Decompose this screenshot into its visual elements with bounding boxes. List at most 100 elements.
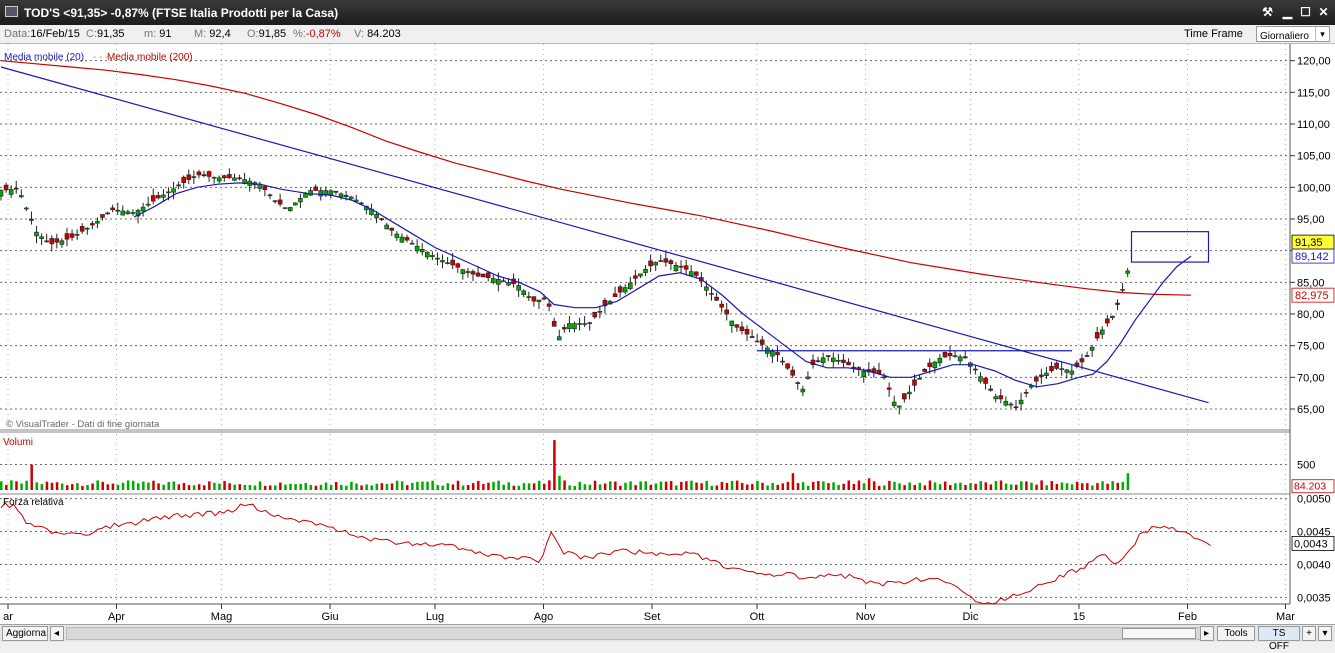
volume-bar: [10, 480, 13, 490]
candle-body: [181, 176, 186, 183]
volume-bar: [30, 464, 33, 490]
volume-bar: [507, 482, 510, 490]
volume-bar: [274, 485, 277, 490]
timeframe-value: Giornaliero: [1260, 31, 1309, 42]
maximize-icon[interactable]: ☐: [1297, 4, 1314, 21]
volume-bar: [954, 483, 957, 490]
volume-bar: [893, 481, 896, 490]
update-button[interactable]: Aggiorna: [2, 626, 48, 641]
ts-off-button[interactable]: TS OFF: [1258, 626, 1300, 652]
volume-bar: [994, 480, 998, 490]
candle-body: [13, 187, 19, 190]
candle-body: [770, 351, 775, 357]
candle-body: [638, 273, 643, 277]
scroll-left-icon[interactable]: ◂: [50, 626, 64, 641]
candle-body: [759, 339, 765, 345]
volume-bar: [1065, 483, 1069, 490]
plus-button[interactable]: +: [1302, 626, 1316, 641]
candle-body: [0, 190, 4, 197]
volume-bar: [436, 485, 439, 490]
candle-body: [115, 209, 121, 212]
volume-bar: [350, 481, 353, 490]
volume-bar: [700, 483, 703, 490]
volume-bar: [187, 485, 191, 490]
volume-bar: [1020, 481, 1023, 490]
close-icon[interactable]: ✕: [1315, 4, 1332, 21]
candle-body: [84, 227, 90, 230]
volume-bar: [619, 485, 622, 490]
candle-body: [409, 242, 415, 245]
x-tick-label: Apr: [108, 611, 125, 623]
candle-body: [186, 174, 192, 180]
candle-body: [678, 265, 684, 268]
candle-body: [536, 299, 542, 303]
volume-bar: [720, 481, 724, 490]
rs-tick-label: 0,0050: [1297, 494, 1331, 506]
candle-body: [34, 231, 39, 237]
volume-bar: [375, 483, 379, 490]
y-tick-label: 80,00: [1297, 309, 1325, 321]
candle-body: [648, 260, 653, 267]
volume-bar: [1055, 483, 1059, 490]
volume-bar: [284, 484, 287, 490]
y-tick-label: 105,00: [1297, 151, 1331, 163]
volume-bar: [137, 483, 140, 490]
candle-body: [1044, 372, 1049, 376]
candle-body: [54, 238, 60, 243]
volume-bar: [253, 485, 257, 490]
candle-body: [440, 260, 445, 263]
candle-body: [815, 360, 821, 362]
volume-bar: [563, 480, 566, 490]
candle-body: [937, 357, 943, 364]
volume-bar: [558, 475, 561, 490]
candle-body: [419, 248, 425, 253]
volume-title: Volumi: [3, 437, 33, 448]
candle-body: [404, 237, 410, 241]
candle-body: [1023, 392, 1029, 394]
scroll-right-icon[interactable]: ▸: [1200, 626, 1214, 641]
scrollbar-thumb[interactable]: [1122, 628, 1196, 639]
volume-bar: [142, 481, 145, 490]
candle-body: [435, 257, 440, 260]
timeframe-select[interactable]: Giornaliero ▾: [1256, 26, 1330, 42]
candle-body: [582, 323, 587, 325]
candle-body: [348, 196, 354, 200]
candle-body: [1115, 302, 1120, 305]
tools-button[interactable]: Tools: [1217, 626, 1255, 641]
volume-bar: [426, 481, 429, 490]
candle-body: [516, 285, 521, 291]
candle-body: [201, 174, 207, 177]
window-titlebar: TOD'S <91,35> -0,87% (FTSE Italia Prodot…: [0, 0, 1335, 25]
volume-readout: V: 84.203: [354, 28, 401, 40]
volume-bar: [441, 485, 445, 490]
percent-readout: %:-0,87%: [293, 28, 341, 40]
candle-body: [74, 234, 80, 236]
high-readout: M: 92,4: [194, 28, 231, 40]
candle-body: [95, 220, 100, 224]
candle-body: [673, 264, 679, 272]
candle-body: [729, 320, 735, 327]
candle-body: [1094, 332, 1100, 339]
minimize-icon[interactable]: ▁: [1279, 4, 1296, 21]
volume-bar: [319, 484, 323, 490]
volume-bar: [1075, 481, 1079, 490]
volume-bar: [390, 483, 394, 490]
candle-body: [480, 273, 486, 278]
candle-body: [739, 326, 745, 332]
volume-bar: [147, 482, 150, 490]
volume-bar: [771, 483, 774, 490]
candle-body: [399, 236, 405, 243]
volume-bar: [279, 482, 282, 490]
candle-body: [475, 272, 481, 277]
candle-body: [1105, 318, 1110, 324]
candle-body: [1099, 329, 1105, 335]
volume-bar: [928, 480, 932, 490]
volume-bar: [167, 482, 170, 490]
stock-chart[interactable]: 120,00115,00110,00105,00100,0095,0090,00…: [0, 44, 1335, 624]
wrench-icon[interactable]: ⚒: [1259, 4, 1276, 21]
candle-body: [749, 336, 755, 338]
candle-body: [825, 355, 831, 357]
menu-arrow-icon[interactable]: ▾: [1318, 626, 1332, 641]
volume-bar: [730, 480, 734, 490]
horizontal-scrollbar[interactable]: [66, 627, 1201, 640]
